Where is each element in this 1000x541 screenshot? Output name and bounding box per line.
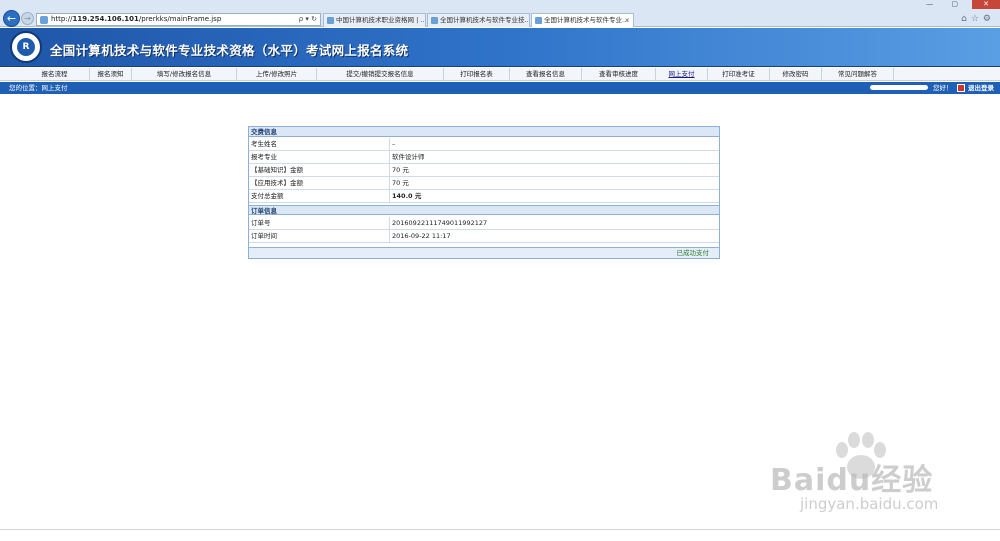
- nav-item-print-admission[interactable]: 打印准考证: [708, 68, 770, 81]
- nav-item-view-info[interactable]: 查看报名信息: [510, 68, 582, 81]
- row-value: –: [392, 140, 396, 148]
- tab-favicon-icon: [327, 17, 334, 24]
- section-title-order: 订单信息: [249, 205, 719, 215]
- section-title-payment: 交费信息: [249, 127, 719, 137]
- browser-tab-1[interactable]: 中国计算机技术职业资格网 | ...: [323, 13, 426, 27]
- logout-icon[interactable]: [957, 84, 965, 92]
- address-bar[interactable]: http://119.254.106.101/prerkks/mainFrame…: [36, 13, 321, 26]
- site-banner: R 全国计算机技术与软件专业技术资格（水平）考试网上报名系统: [0, 28, 1000, 67]
- nav-item-submit[interactable]: 提交/撤销提交报名信息: [317, 68, 444, 81]
- payment-panel: 交费信息 考生姓名 – 报考专业 软件设计师 【基础知识】金额 70 元 【应用…: [248, 126, 720, 259]
- watermark-url: jingyan.baidu.com: [800, 495, 939, 513]
- nav-item-notice[interactable]: 报名须知: [90, 68, 132, 81]
- location-bar: 您的位置：网上支付 您好！ 退出登录: [0, 82, 1000, 94]
- nav-item-process[interactable]: 报名流程: [20, 68, 90, 81]
- bottom-divider: [0, 529, 1000, 530]
- row-label: 报考专业: [251, 153, 277, 161]
- site-title: 全国计算机技术与软件专业技术资格（水平）考试网上报名系统: [50, 43, 409, 58]
- column-divider: [389, 151, 390, 164]
- table-row: 订单号 20160922111749011992127: [249, 217, 719, 230]
- row-label: 订单时间: [251, 232, 277, 240]
- row-value: 70 元: [392, 166, 409, 174]
- logout-link[interactable]: 退出登录: [968, 82, 994, 94]
- window-close-button[interactable]: ✕: [972, 0, 1000, 9]
- column-divider: [389, 217, 390, 230]
- nav-item-upload-photo[interactable]: 上传/修改照片: [237, 68, 317, 81]
- table-row: 【基础知识】金额 70 元: [249, 164, 719, 177]
- breadcrumb: 您的位置：网上支付: [9, 84, 68, 92]
- page-icon: [40, 16, 48, 24]
- nav-item-print-form[interactable]: 打印报名表: [444, 68, 510, 81]
- tab-close-icon[interactable]: ×: [625, 14, 630, 26]
- home-star-gear-icon[interactable]: ⌂☆⚙: [961, 14, 995, 24]
- row-value: 软件设计师: [392, 153, 425, 161]
- column-divider: [389, 164, 390, 177]
- row-label: 【基础知识】金额: [251, 166, 303, 174]
- back-icon[interactable]: ←: [3, 10, 20, 27]
- forward-icon[interactable]: →: [21, 12, 34, 25]
- table-row: 支付总金额 140.0 元: [249, 190, 719, 203]
- payment-status: 已成功支付: [676, 249, 710, 257]
- column-divider: [389, 138, 390, 151]
- table-row: 【应用技术】金额 70 元: [249, 177, 719, 190]
- table-row: 报考专业 软件设计师: [249, 151, 719, 164]
- row-value: 2016-09-22 11:17: [392, 232, 451, 240]
- logo-mark-icon: R: [17, 38, 35, 56]
- site-logo: R: [10, 31, 42, 63]
- url-prefix: http://: [51, 15, 73, 23]
- tab-label: 中国计算机技术职业资格网 | ...: [336, 16, 426, 24]
- browser-chrome: ← → http://119.254.106.101/prerkks/mainF…: [0, 0, 1000, 27]
- row-label: 支付总金额: [251, 192, 284, 200]
- browser-tab-2[interactable]: 全国计算机技术与软件专业技...: [427, 13, 530, 27]
- nav-item-faq[interactable]: 常见问题解答: [822, 68, 894, 81]
- url-path: /prerkks/mainFrame.jsp: [138, 15, 222, 23]
- status-bar: 已成功支付: [249, 247, 719, 258]
- address-tools-icon[interactable]: ρ ▾ ↻: [299, 14, 317, 25]
- row-value-total: 140.0 元: [392, 192, 422, 200]
- window-controls[interactable]: — ▢: [926, 0, 966, 9]
- table-row: 考生姓名 –: [249, 138, 719, 151]
- row-label: 考生姓名: [251, 140, 277, 148]
- column-divider: [389, 230, 390, 243]
- nav-item-change-password[interactable]: 修改密码: [770, 68, 822, 81]
- tab-favicon-icon: [431, 17, 438, 24]
- redacted-username: [870, 85, 928, 90]
- tab-label: 全国计算机技术与软件专业技...: [440, 16, 530, 24]
- column-divider: [389, 190, 390, 203]
- watermark-brand: Baidu经验: [770, 463, 934, 498]
- url-host: 119.254.106.101: [72, 15, 139, 23]
- tab-label: 全国计算机技术与软件专业...: [544, 16, 629, 24]
- row-label: 【应用技术】金额: [251, 179, 303, 187]
- main-nav: 报名流程 报名须知 填写/修改报名信息 上传/修改照片 提交/撤销提交报名信息 …: [0, 68, 1000, 81]
- column-divider: [389, 177, 390, 190]
- nav-item-edit-info[interactable]: 填写/修改报名信息: [132, 68, 237, 81]
- tab-favicon-icon: [535, 17, 542, 24]
- row-value: 20160922111749011992127: [392, 219, 488, 227]
- row-label: 订单号: [251, 219, 271, 227]
- browser-tab-3-active[interactable]: 全国计算机技术与软件专业... ×: [531, 13, 634, 27]
- greeting-text: 您好！: [933, 84, 953, 92]
- nav-item-online-pay[interactable]: 网上支付: [656, 68, 708, 81]
- row-value: 70 元: [392, 179, 409, 187]
- nav-item-review-progress[interactable]: 查看审核进度: [582, 68, 656, 81]
- table-row: 订单时间 2016-09-22 11:17: [249, 230, 719, 243]
